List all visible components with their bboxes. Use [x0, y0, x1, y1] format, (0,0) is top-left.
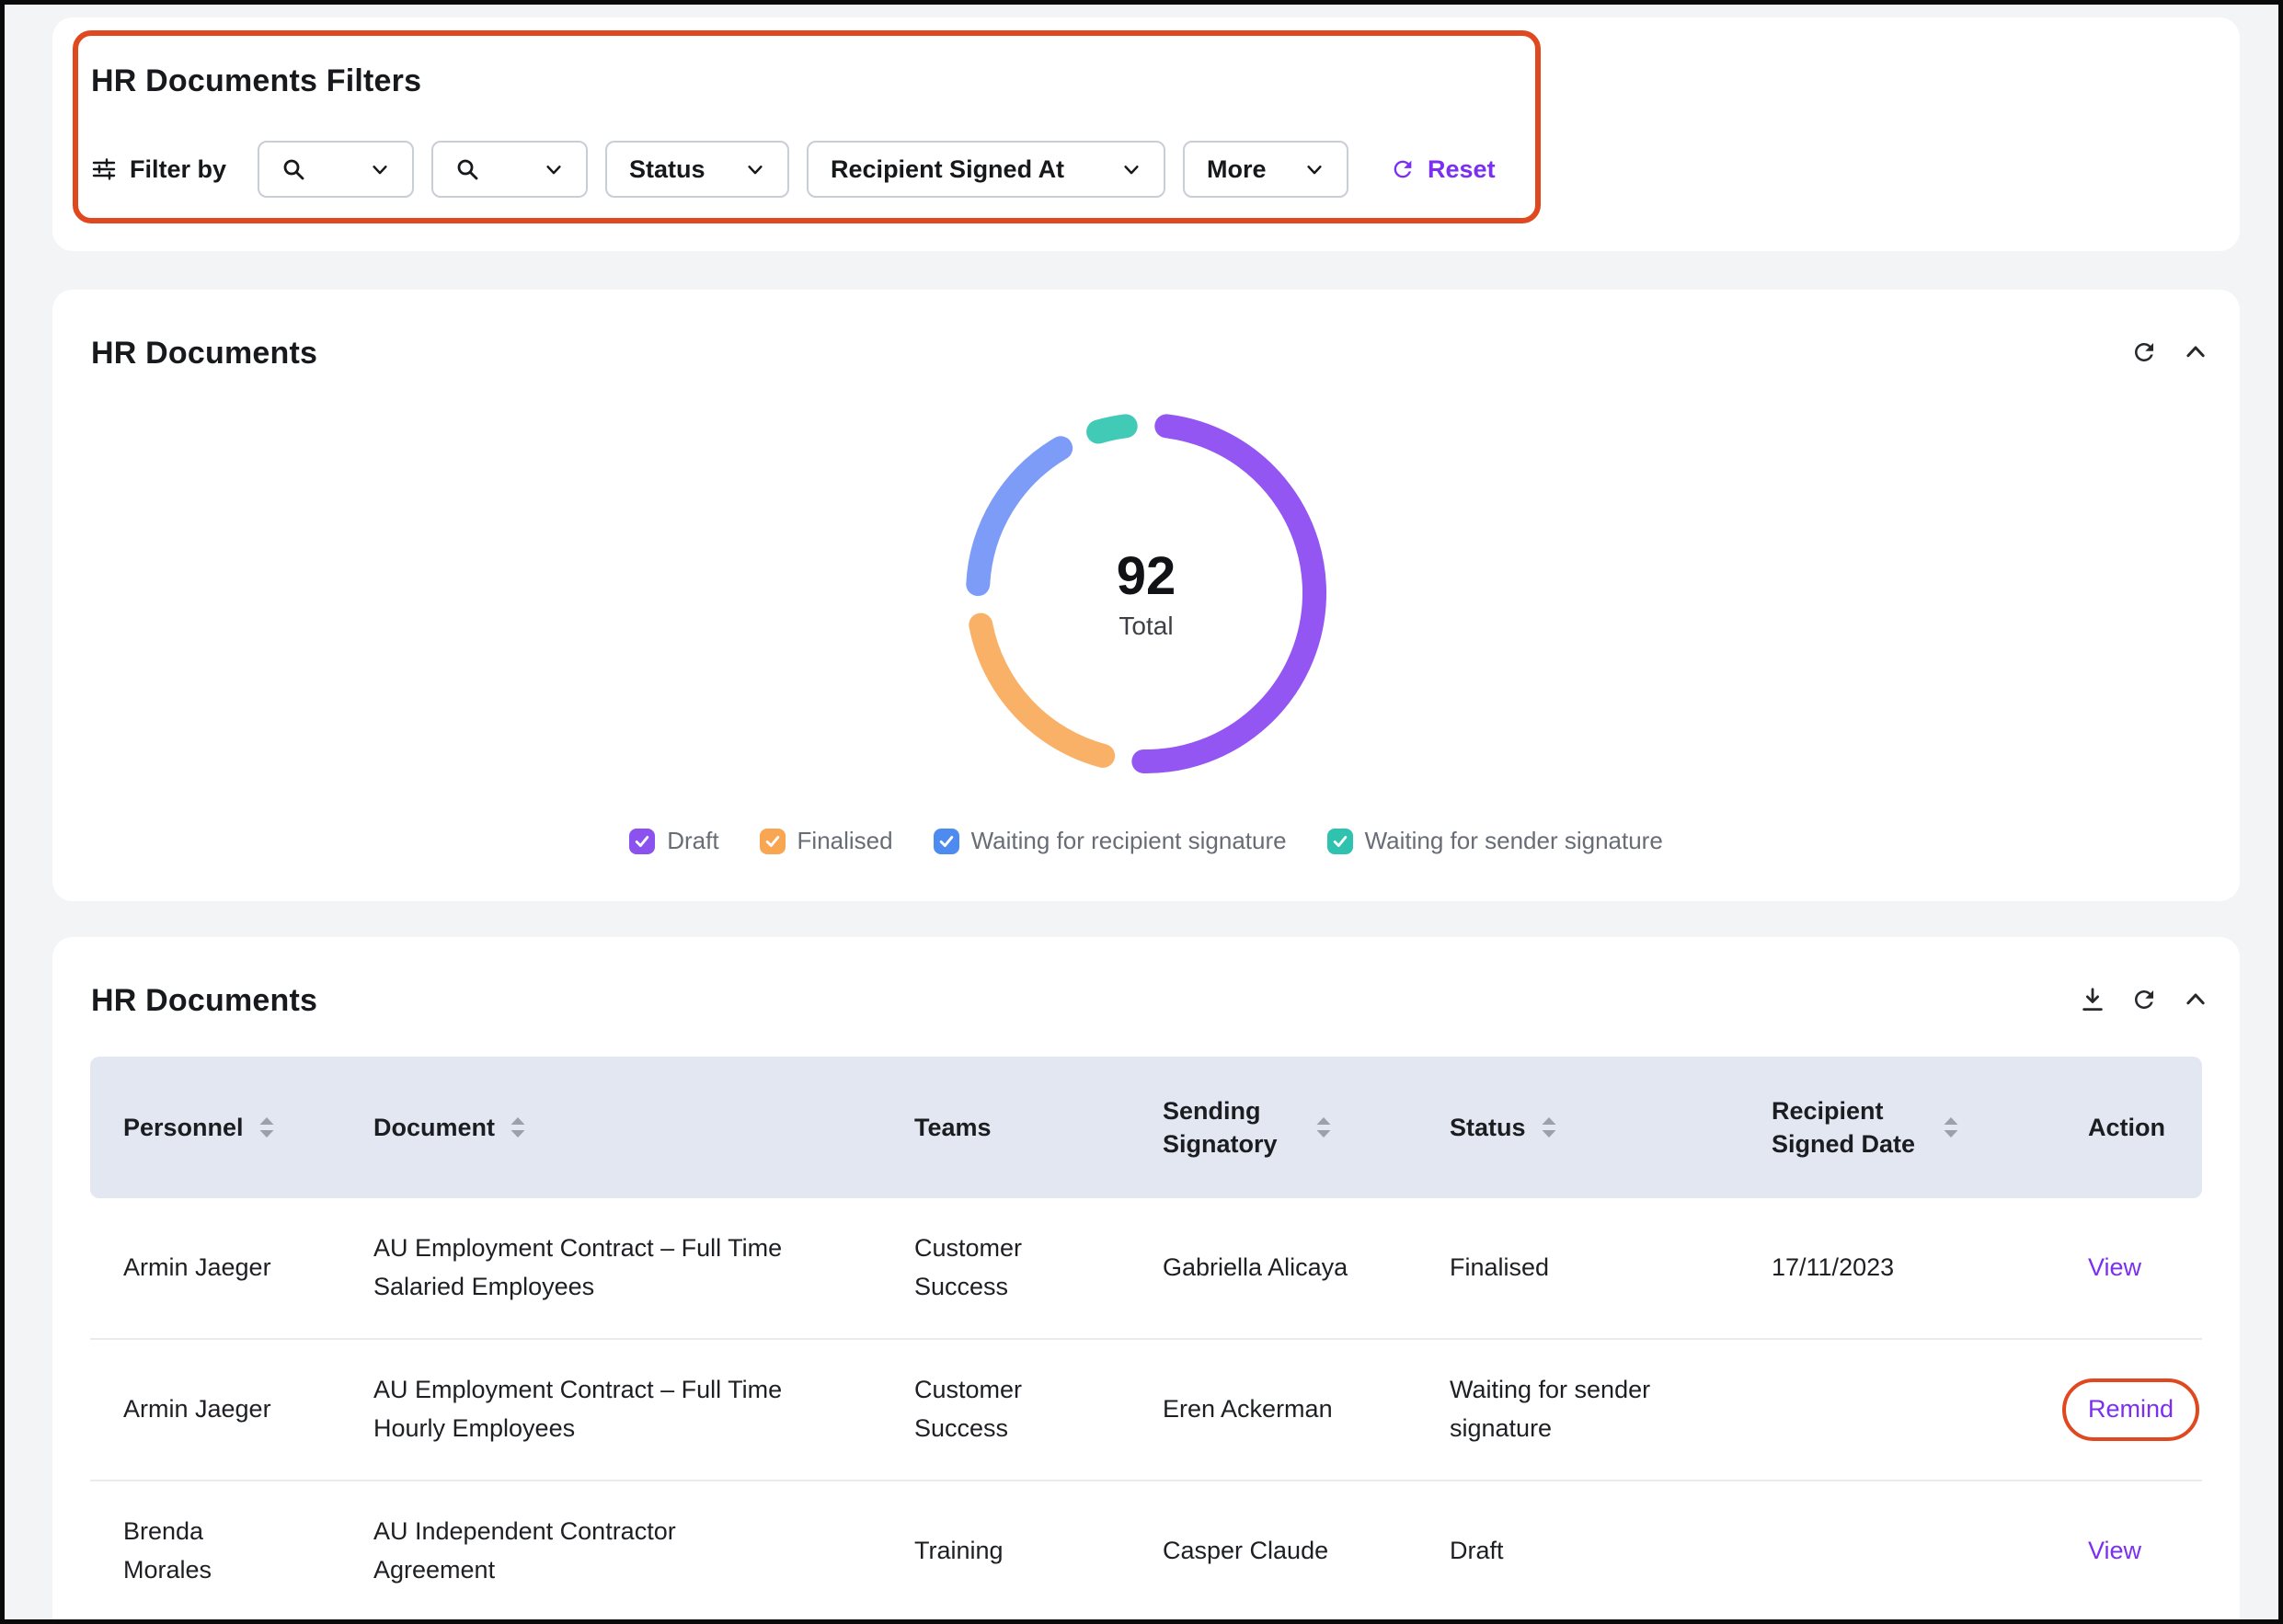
collapse-button[interactable] [2181, 985, 2210, 1014]
checkbox-icon [760, 829, 786, 854]
sort-icon [257, 1115, 277, 1140]
legend-item-waiting-recipient[interactable]: Waiting for recipient signature [934, 827, 1287, 855]
collapse-button[interactable] [2181, 337, 2210, 367]
chart-card-title: HR Documents [91, 336, 317, 372]
cell-personnel: Brenda Morales [90, 1481, 340, 1621]
table-header-row: Personnel Document Teams Sending Signato… [90, 1057, 2202, 1198]
cell-status: Waiting for sender signature [1417, 1340, 1738, 1480]
download-button[interactable] [2078, 985, 2107, 1014]
more-filters-label: More [1207, 155, 1267, 184]
donut-center: 92 Total [953, 400, 1339, 786]
cell-recipient-signed-date [1738, 1481, 2055, 1621]
cell-document: AU Independent Contractor Agreement [340, 1481, 881, 1621]
cell-teams: Customer Success [881, 1340, 1130, 1480]
cell-action: View [2055, 1481, 2202, 1621]
table-card-actions [2078, 985, 2210, 1014]
cell-document: AU Employment Contract – Full Time Hourl… [340, 1340, 881, 1480]
view-link[interactable]: View [2088, 1532, 2141, 1571]
table-row: Armin Jaeger AU Employment Contract – Fu… [90, 1198, 2202, 1340]
more-filters-dropdown[interactable]: More [1183, 141, 1348, 198]
chevron-up-icon [2182, 338, 2209, 366]
search-filter-dropdown-2[interactable] [431, 141, 588, 198]
cell-recipient-signed-date: 17/11/2023 [1738, 1198, 2055, 1338]
column-header-status[interactable]: Status [1417, 1057, 1738, 1198]
chart-card: HR Documents 92 Total [52, 290, 2240, 901]
sort-icon [1941, 1115, 1961, 1140]
cell-sending-signatory: Eren Ackerman [1130, 1340, 1417, 1480]
legend-item-waiting-sender[interactable]: Waiting for sender signature [1327, 827, 1663, 855]
table-row: Armin Jaeger AU Employment Contract – Fu… [90, 1340, 2202, 1481]
filters-title: HR Documents Filters [91, 63, 421, 99]
cell-status: Finalised [1417, 1198, 1738, 1338]
status-filter-label: Status [629, 155, 706, 184]
chart-card-actions [2129, 337, 2210, 367]
remind-link[interactable]: Remind [2062, 1378, 2199, 1441]
column-header-recipient-signed-date[interactable]: Recipient Signed Date [1738, 1057, 2055, 1198]
column-header-sending-signatory[interactable]: Sending Signatory [1130, 1057, 1417, 1198]
legend-item-finalised[interactable]: Finalised [760, 827, 893, 855]
chevron-down-icon [1304, 159, 1325, 179]
refresh-icon [2130, 986, 2158, 1013]
sort-icon [508, 1115, 528, 1140]
reset-button[interactable]: Reset [1390, 155, 1496, 184]
donut-chart: 92 Total [953, 400, 1339, 786]
reset-label: Reset [1428, 155, 1496, 184]
column-header-action: Action [2055, 1057, 2202, 1198]
table-card-title: HR Documents [91, 983, 317, 1019]
cell-status: Draft [1417, 1481, 1738, 1621]
recipient-signed-at-label: Recipient Signed At [831, 155, 1064, 184]
reset-icon [1390, 156, 1416, 182]
search-filter-dropdown-1[interactable] [258, 141, 414, 198]
cell-personnel: Armin Jaeger [90, 1198, 340, 1338]
cell-teams: Customer Success [881, 1198, 1130, 1338]
cell-sending-signatory: Casper Claude [1130, 1481, 1417, 1621]
recipient-signed-at-filter-dropdown[interactable]: Recipient Signed At [807, 141, 1165, 198]
cell-action: Remind [2055, 1340, 2202, 1480]
page: HR Documents Filters Filter by [0, 0, 2283, 1624]
chart-legend: Draft Finalised Waiting for recipient si… [52, 827, 2240, 855]
legend-label: Waiting for sender signature [1365, 827, 1663, 855]
cell-personnel: Armin Jaeger [90, 1340, 340, 1480]
chevron-up-icon [2182, 986, 2209, 1013]
refresh-icon [2130, 338, 2158, 366]
column-header-personnel[interactable]: Personnel [90, 1057, 340, 1198]
filter-by-group: Filter by [91, 155, 226, 184]
refresh-button[interactable] [2129, 337, 2159, 367]
checkbox-icon [1327, 829, 1353, 854]
table-card: HR Documents [52, 937, 2240, 1624]
donut-total-value: 92 [1117, 545, 1176, 607]
donut-total-label: Total [1119, 612, 1173, 641]
chevron-down-icon [370, 159, 390, 179]
cell-sending-signatory: Gabriella Alicaya [1130, 1198, 1417, 1338]
cell-teams: Training [881, 1481, 1130, 1621]
legend-label: Finalised [797, 827, 893, 855]
chevron-down-icon [745, 159, 765, 179]
chevron-down-icon [544, 159, 564, 179]
cell-action: View [2055, 1198, 2202, 1338]
column-header-document[interactable]: Document [340, 1057, 881, 1198]
search-icon [281, 157, 305, 181]
legend-label: Waiting for recipient signature [971, 827, 1287, 855]
filter-row: Filter by [91, 141, 1496, 198]
hr-documents-table: Personnel Document Teams Sending Signato… [90, 1057, 2202, 1623]
sort-icon [1539, 1115, 1559, 1140]
column-header-teams: Teams [881, 1057, 1130, 1198]
legend-item-draft[interactable]: Draft [629, 827, 718, 855]
checkbox-icon [934, 829, 959, 854]
sliders-icon [91, 156, 117, 182]
cell-recipient-signed-date [1738, 1340, 2055, 1480]
filters-card: HR Documents Filters Filter by [52, 17, 2240, 251]
sort-icon [1314, 1115, 1334, 1140]
status-filter-dropdown[interactable]: Status [605, 141, 789, 198]
download-icon [2079, 986, 2106, 1013]
chevron-down-icon [1121, 159, 1142, 179]
checkbox-icon [629, 829, 655, 854]
view-link[interactable]: View [2088, 1249, 2141, 1287]
refresh-button[interactable] [2129, 985, 2159, 1014]
legend-label: Draft [667, 827, 718, 855]
cell-document: AU Employment Contract – Full Time Salar… [340, 1198, 881, 1338]
search-icon [455, 157, 479, 181]
table-row: Brenda Morales AU Independent Contractor… [90, 1481, 2202, 1623]
filter-by-label: Filter by [130, 155, 226, 184]
